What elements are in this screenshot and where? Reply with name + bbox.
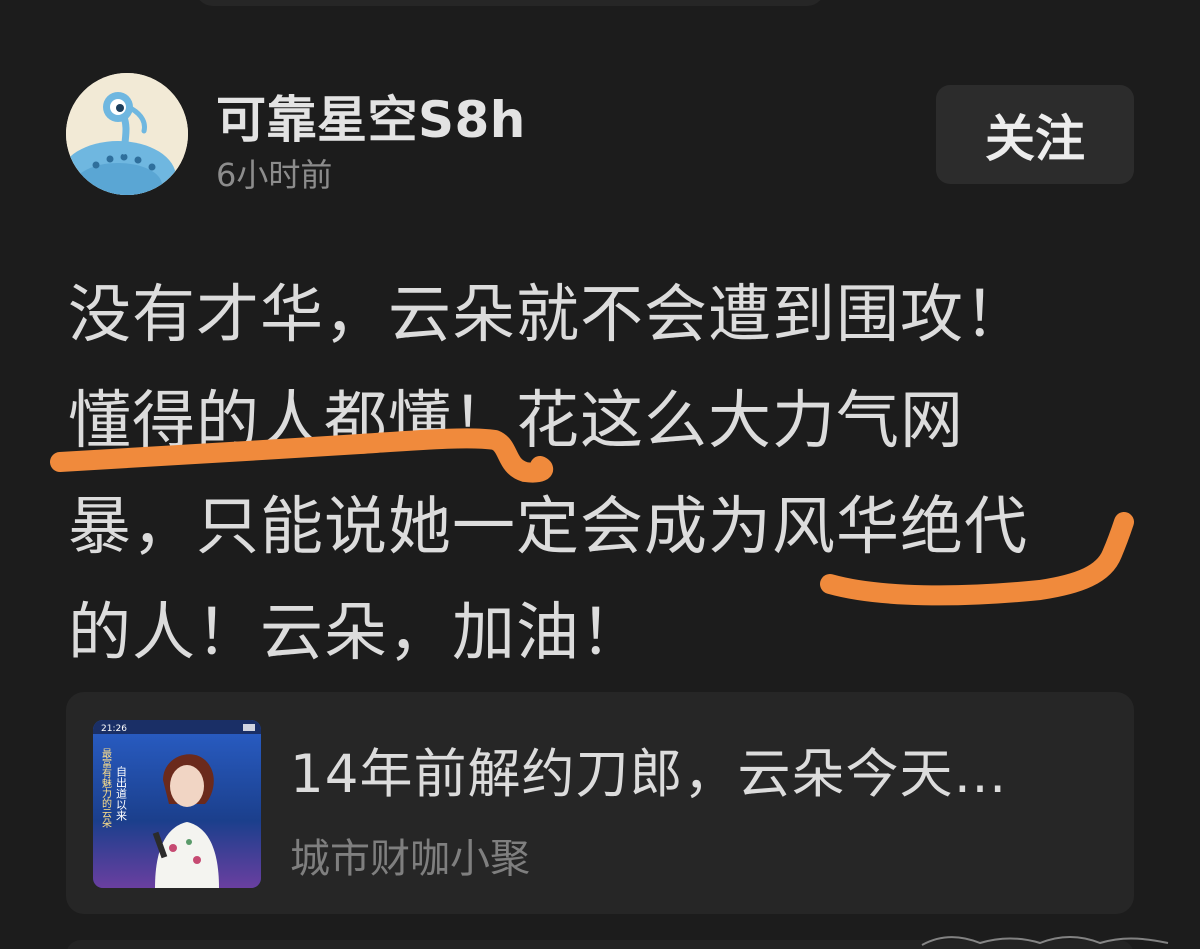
thumb-caption-b: 最富有魅力的云朵 [100,748,112,829]
post-time: 6小时前 [216,156,333,194]
author-name[interactable]: 可靠星空S8h [216,80,526,152]
user-avatar[interactable] [66,73,188,195]
article-thumbnail: 21:26 自出道以来 最富有魅力的云朵 [93,720,261,888]
thumb-caption-a: 自出道以来 [115,766,128,821]
search-bar-edge[interactable] [195,0,825,6]
post-text: 没有才华，云朵就不会遭到围攻！ 懂得的人都懂！花这么大力气网 暴，只能说她一定会… [68,262,1148,686]
article-source: 城市财咖小聚 [290,836,530,882]
post-line-4: 的人！云朵，加油！ [68,596,644,669]
article-title[interactable]: 14年前解约刀郎，云朵今天… [290,732,1007,808]
post-line-2: 懂得的人都懂！花这么大力气网 [68,384,964,457]
alien-avatar-icon [66,73,188,195]
watermark-graphic [921,936,1169,946]
post-line-3: 暴，只能说她一定会成为风华绝代 [68,490,1028,563]
follow-button[interactable]: 关注 [936,85,1134,184]
thumb-status-time: 21:26 [101,724,127,734]
post-line-1: 没有才华，云朵就不会遭到围攻！ [68,278,1028,351]
shared-article-card[interactable]: 21:26 自出道以来 最富有魅力的云朵 14年前解约刀郎，云朵今天… 城市财咖… [66,692,1134,914]
